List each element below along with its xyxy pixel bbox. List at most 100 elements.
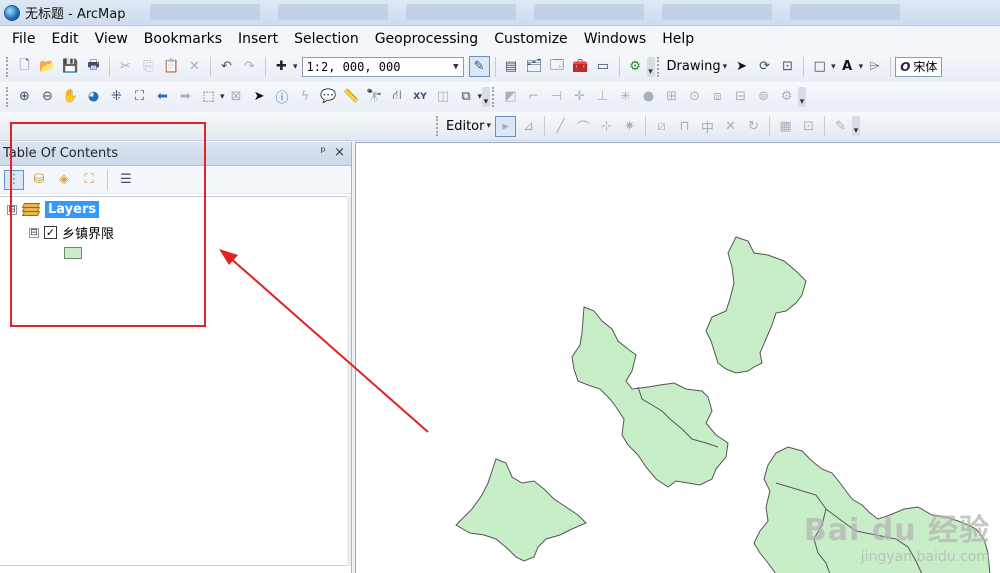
map-display[interactable]: Bai du 经验 jingyan.baidu.com xyxy=(355,142,1000,573)
save-icon[interactable]: 💾 xyxy=(60,56,81,77)
rotate-tool-icon[interactable]: ↻ xyxy=(743,116,764,137)
trim-icon[interactable]: ⊥ xyxy=(592,86,613,107)
print-icon[interactable]: 🖶 xyxy=(83,56,104,77)
toolbar-grip[interactable] xyxy=(6,86,10,107)
merge-icon[interactable]: ⊞ xyxy=(661,86,682,107)
edit-vertices-icon[interactable]: ⌲ xyxy=(864,56,885,77)
delete-icon[interactable]: ✕ xyxy=(184,56,205,77)
menu-insert[interactable]: Insert xyxy=(230,31,286,47)
table-of-contents-icon[interactable]: ▤ xyxy=(501,56,522,77)
clip-icon[interactable]: ⧈ xyxy=(707,86,728,107)
generalize-icon[interactable]: ⌐ xyxy=(523,86,544,107)
catalog-window-icon[interactable]: 🗂 xyxy=(524,56,545,77)
editor-toolbar-icon[interactable]: ✎ xyxy=(468,56,490,77)
measure-icon[interactable]: 📏 xyxy=(341,86,362,107)
topology-edit-icon[interactable]: ◩ xyxy=(500,86,521,107)
menu-customize[interactable]: Customize xyxy=(486,31,576,47)
select-elements-icon[interactable]: ➤ xyxy=(731,56,752,77)
curve-segment-icon[interactable]: ⌒ xyxy=(573,116,594,137)
map-polygon[interactable] xyxy=(571,306,729,488)
explode-icon[interactable]: ✳ xyxy=(615,86,636,107)
rectangle-icon[interactable]: □ xyxy=(809,56,830,77)
toolbar-overflow-icon[interactable]: ▾ xyxy=(852,116,861,136)
font-selector[interactable]: O 宋体 xyxy=(895,56,943,77)
new-document-icon[interactable]: 🗋 xyxy=(14,56,35,77)
menu-selection[interactable]: Selection xyxy=(286,31,367,47)
pin-icon[interactable]: ᵖ xyxy=(321,145,327,160)
copy-icon[interactable]: ⎘ xyxy=(138,56,159,77)
sketch-properties-icon[interactable]: ⊡ xyxy=(798,116,819,137)
undo-icon[interactable]: ↶ xyxy=(216,56,237,77)
arctoolbox-icon[interactable]: 🧰 xyxy=(570,56,591,77)
menu-help[interactable]: Help xyxy=(654,31,702,47)
straight-segment-icon[interactable]: ╱ xyxy=(550,116,571,137)
rotate-icon[interactable]: ⟳ xyxy=(754,56,775,77)
point-icon[interactable]: ⊹ xyxy=(596,116,617,137)
cut-polygons-icon[interactable]: 中 xyxy=(697,116,718,137)
zoom-to-elements-icon[interactable]: ⊡ xyxy=(777,56,798,77)
select-elements-arrow-icon[interactable]: ➤ xyxy=(249,86,270,107)
map-polygon[interactable] xyxy=(705,236,807,374)
toolbar-overflow-icon[interactable]: ▾ xyxy=(482,86,491,107)
python-window-icon[interactable]: ▭ xyxy=(593,56,614,77)
chevron-down-icon[interactable]: ▾ xyxy=(859,62,864,72)
toolbar-grip[interactable] xyxy=(492,86,496,107)
identify-icon[interactable]: ⓘ xyxy=(272,86,293,107)
menu-file[interactable]: File xyxy=(4,31,43,47)
go-to-xy-icon[interactable]: XY xyxy=(410,86,431,107)
extend-icon[interactable]: ⊣ xyxy=(546,86,567,107)
edit-annotation-icon[interactable]: ⊿ xyxy=(518,116,539,137)
fixed-zoom-out-icon[interactable]: ⛶ xyxy=(129,86,150,107)
modelbuilder-icon[interactable]: ⚙ xyxy=(625,56,646,77)
create-viewer-icon[interactable]: ⧉ xyxy=(456,86,477,107)
menu-edit[interactable]: Edit xyxy=(43,31,86,47)
find-binoculars-icon[interactable]: 🔭 xyxy=(364,86,385,107)
chevron-down-icon[interactable]: ▾ xyxy=(831,62,836,72)
menu-bookmarks[interactable]: Bookmarks xyxy=(136,31,230,47)
select-features-icon[interactable]: ⬚ xyxy=(198,86,219,107)
chevron-down-icon[interactable]: ▾ xyxy=(220,92,225,102)
menu-view[interactable]: View xyxy=(87,31,136,47)
fixed-zoom-in-icon[interactable]: ⁜ xyxy=(106,86,127,107)
toolbar-overflow-icon[interactable]: ▾ xyxy=(646,56,655,77)
buffer-icon[interactable]: ⊚ xyxy=(753,86,774,107)
html-popup-icon[interactable]: 💬 xyxy=(318,86,339,107)
toolbar-grip[interactable] xyxy=(436,116,440,136)
split-tool-icon[interactable]: ✕ xyxy=(720,116,741,137)
cut-icon[interactable]: ✂ xyxy=(115,56,136,77)
sphere-icon[interactable]: ● xyxy=(638,86,659,107)
find-route-icon[interactable]: ⛙ xyxy=(387,86,408,107)
search-window-icon[interactable]: 🗔 xyxy=(547,56,568,77)
union-icon[interactable]: ⊙ xyxy=(684,86,705,107)
toolbar-grip[interactable] xyxy=(6,56,10,77)
zoom-out-icon[interactable]: ⊖ xyxy=(37,86,58,107)
zoom-in-icon[interactable]: ⊕ xyxy=(14,86,35,107)
attributes-icon[interactable]: ▦ xyxy=(775,116,796,137)
midpoint-icon[interactable]: ✷ xyxy=(619,116,640,137)
editor-menu[interactable]: Editor ▾ xyxy=(443,119,494,134)
snap-icon[interactable]: ✛ xyxy=(569,86,590,107)
back-arrow-icon[interactable]: ⬅ xyxy=(152,86,173,107)
split-icon[interactable]: ⊟ xyxy=(730,86,751,107)
pan-hand-icon[interactable]: ✋ xyxy=(60,86,81,107)
full-extent-globe-icon[interactable]: ◕ xyxy=(83,86,104,107)
close-icon[interactable]: × xyxy=(334,145,345,160)
time-slider-icon[interactable]: ◫ xyxy=(433,86,454,107)
clear-selection-icon[interactable]: ⊠ xyxy=(226,86,247,107)
toolbar-overflow-icon[interactable]: ▾ xyxy=(798,86,807,107)
menu-windows[interactable]: Windows xyxy=(576,31,655,47)
reshape-icon[interactable]: ⊓ xyxy=(674,116,695,137)
hyperlink-icon[interactable]: ϟ xyxy=(295,86,316,107)
forward-arrow-icon[interactable]: ➡ xyxy=(175,86,196,107)
open-folder-icon[interactable]: 📂 xyxy=(37,56,58,77)
menu-geoprocessing[interactable]: Geoprocessing xyxy=(367,31,486,47)
map-scale-combo[interactable]: 1:2, 000, 000 ▼ xyxy=(301,56,464,77)
paste-icon[interactable]: 📋 xyxy=(161,56,182,77)
toolbar-grip[interactable] xyxy=(656,56,661,77)
edit-vertices-tool-icon[interactable]: ⧄ xyxy=(651,116,672,137)
redo-icon[interactable]: ↷ xyxy=(239,56,260,77)
rotate-feature-icon[interactable]: ⚙ xyxy=(776,86,797,107)
add-data-icon[interactable]: ✚ xyxy=(271,56,292,77)
drawing-menu[interactable]: Drawing ▾ xyxy=(664,59,731,74)
text-icon[interactable]: A xyxy=(837,56,858,77)
